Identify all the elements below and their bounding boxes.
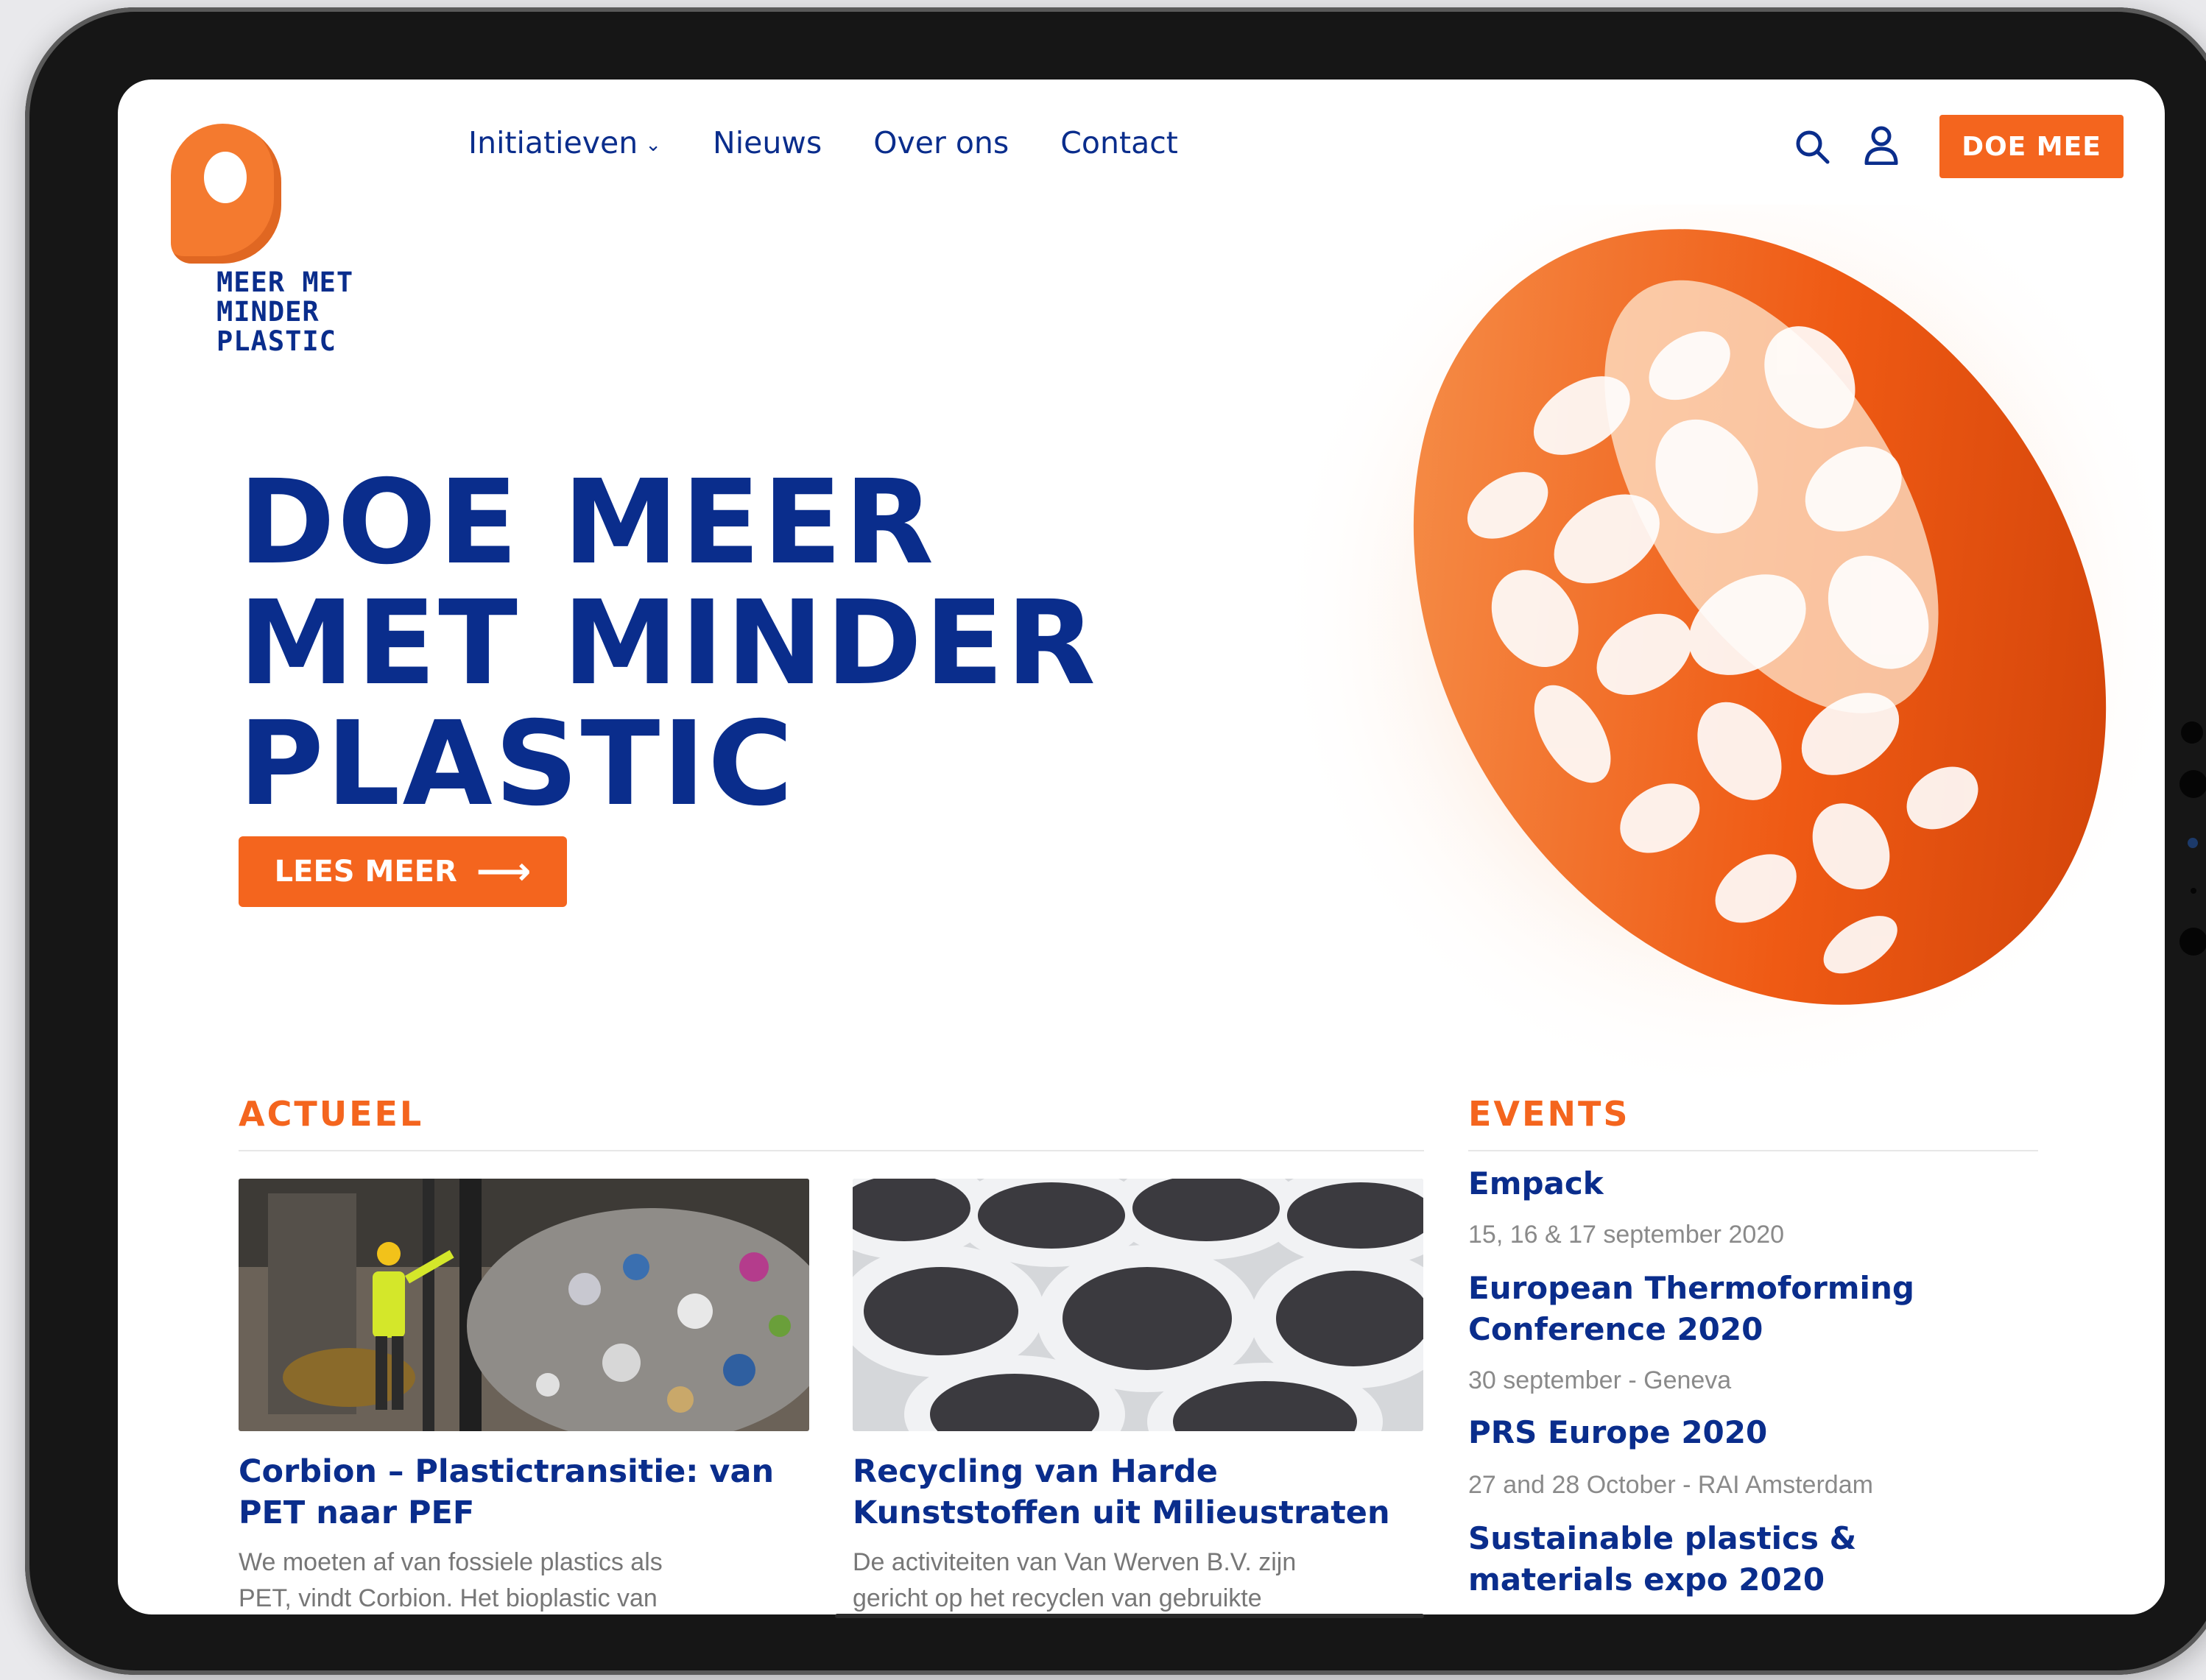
article-excerpt-line: We moeten af van fossiele plastics als	[239, 1548, 663, 1576]
site-logo[interactable]: MEER MET MINDER PLASTIC	[171, 124, 384, 356]
article-excerpt-line: De activiteiten van Van Werven B.V. zijn	[853, 1548, 1297, 1576]
article-excerpt-line: PET, vindt Corbion. Het bioplastic van	[239, 1584, 658, 1612]
lees-meer-button[interactable]: LEES MEER ⟶	[239, 836, 567, 907]
event-title-sustainable-plastics[interactable]: Sustainable plastics & materials expo 20…	[1468, 1518, 2028, 1600]
article-excerpt-corbion: We moeten af van fossiele plastics als P…	[239, 1545, 783, 1614]
logo-line: MINDER	[216, 296, 320, 328]
hero-plastic-art	[1274, 205, 2165, 1103]
event-title-empack[interactable]: Empack	[1468, 1163, 2028, 1204]
web-page: MEER MET MINDER PLASTIC Initiatieven ⌄ Ni…	[118, 80, 2165, 1614]
event-title-line: Conference 2020	[1468, 1311, 1763, 1347]
article-excerpt-recycling: De activiteiten van Van Werven B.V. zijn…	[853, 1545, 1398, 1614]
article-title-line: Corbion – Plastictransitie: van	[239, 1453, 775, 1490]
camera-dot	[2181, 721, 2203, 744]
events-heading: EVENTS	[1468, 1094, 1630, 1134]
lees-meer-label: LEES MEER	[274, 855, 457, 889]
logo-mark	[171, 124, 281, 264]
article-title-line: Kunststoffen uit Milieustraten	[853, 1494, 1390, 1531]
actueel-heading: ACTUEEL	[239, 1094, 424, 1134]
home-indicator	[835, 1614, 1424, 1618]
camera-dot	[2191, 888, 2196, 894]
event-meta-prs-europe: 27 and 28 October - RAI Amsterdam	[1468, 1471, 1873, 1499]
camera-dot	[2188, 838, 2198, 848]
camera-dot	[2179, 770, 2206, 798]
tablet-frame: MEER MET MINDER PLASTIC Initiatieven ⌄ Ni…	[25, 7, 2206, 1675]
hero-title-line: DOE MEER	[239, 455, 937, 590]
search-icon[interactable]	[1794, 128, 1830, 165]
article-image-corbion[interactable]	[239, 1179, 809, 1431]
hero-title-line: MET MINDER	[239, 576, 1098, 711]
nav-item-label: Initiatieven	[468, 125, 638, 160]
user-icon[interactable]	[1863, 125, 1900, 165]
events-divider	[1468, 1150, 2038, 1151]
event-title-line: Empack	[1468, 1165, 1604, 1201]
nav-item-nieuws[interactable]: Nieuws	[713, 125, 822, 160]
article-title-line: PET naar PEF	[239, 1494, 475, 1531]
nav-item-initiatieven[interactable]: Initiatieven ⌄	[468, 125, 661, 160]
article-excerpt-line: gericht op het recyclen van gebruikte	[853, 1584, 1262, 1612]
event-meta-empack: 15, 16 & 17 september 2020	[1468, 1221, 1785, 1249]
article-image-recycling[interactable]	[853, 1179, 1423, 1431]
article-title-line: Recycling van Harde	[853, 1453, 1218, 1490]
doe-mee-button[interactable]: DOE MEE	[1939, 115, 2124, 178]
main-nav: Initiatieven ⌄ Nieuws Over ons Contact	[468, 125, 1178, 160]
event-title-line: materials expo 2020	[1468, 1561, 1825, 1598]
event-title-line: PRS Europe 2020	[1468, 1414, 1768, 1450]
camera-dot	[2179, 928, 2206, 956]
article-title-recycling[interactable]: Recycling van Harde Kunststoffen uit Mil…	[853, 1451, 1412, 1533]
event-title-line: European Thermoforming	[1468, 1270, 1914, 1306]
event-title-prs-europe[interactable]: PRS Europe 2020	[1468, 1412, 2028, 1453]
event-title-thermoforming[interactable]: European Thermoforming Conference 2020	[1468, 1268, 2028, 1350]
actueel-divider	[239, 1150, 1424, 1151]
nav-item-over-ons[interactable]: Over ons	[873, 125, 1009, 160]
logo-line: PLASTIC	[216, 325, 336, 357]
nav-item-contact[interactable]: Contact	[1060, 125, 1178, 160]
event-title-line: Sustainable plastics &	[1468, 1520, 1857, 1556]
arrow-right-icon: ⟶	[476, 850, 532, 894]
hero-title-line: PLASTIC	[239, 696, 796, 832]
article-title-corbion[interactable]: Corbion – Plastictransitie: van PET naar…	[239, 1451, 798, 1533]
hero-title: DOE MEER MET MINDER PLASTIC	[239, 462, 1098, 825]
logo-wordmark: MEER MET MINDER PLASTIC	[216, 268, 393, 356]
chevron-down-icon: ⌄	[645, 134, 662, 156]
event-meta-thermoforming: 30 september - Geneva	[1468, 1366, 1732, 1394]
logo-line: MEER MET	[216, 267, 354, 298]
